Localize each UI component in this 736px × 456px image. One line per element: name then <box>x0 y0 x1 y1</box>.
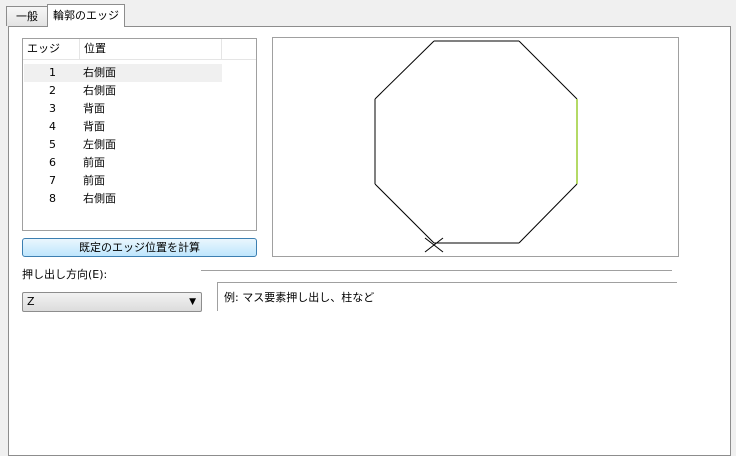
edge-position: 背面 <box>83 102 105 115</box>
edge-number: 4 <box>49 120 56 133</box>
edge-position: 右側面 <box>83 66 116 79</box>
edge-number: 6 <box>49 156 56 169</box>
tab-contour-edges[interactable]: 輪郭のエッジ <box>47 4 125 27</box>
list-item[interactable]: 4 背面 <box>24 118 222 136</box>
edge-number: 3 <box>49 102 56 115</box>
tab-strip: 一般 輪郭のエッジ <box>0 0 736 27</box>
extrude-direction-value: Z <box>27 295 35 308</box>
calculate-default-edge-positions-button[interactable]: 既定のエッジ位置を計算 <box>22 238 257 257</box>
extrude-direction-select[interactable]: Z ▼ <box>22 292 202 312</box>
edge-8[interactable] <box>518 183 578 244</box>
edge-6[interactable] <box>374 183 435 244</box>
tab-general[interactable]: 一般 <box>6 6 48 26</box>
edge-position: 前面 <box>83 156 105 169</box>
list-item[interactable]: 7 前面 <box>24 172 222 190</box>
edge-position: 右側面 <box>83 192 116 205</box>
list-item[interactable]: 2 右側面 <box>24 82 222 100</box>
edge-number: 1 <box>49 66 56 79</box>
separator-line <box>201 270 672 271</box>
edge-number: 7 <box>49 174 56 187</box>
edge-position: 前面 <box>83 174 105 187</box>
edge-number: 2 <box>49 84 56 97</box>
origin-cross-marker <box>424 237 444 253</box>
example-description-text: 例: マス要素押し出し、柱など <box>224 291 375 304</box>
list-item[interactable]: 8 右側面 <box>24 190 222 208</box>
list-item[interactable]: 1 右側面 <box>24 64 222 82</box>
list-item[interactable]: 5 左側面 <box>24 136 222 154</box>
octagon-profile-drawing <box>374 40 578 253</box>
edge-position: 背面 <box>83 120 105 133</box>
example-description-box: 例: マス要素押し出し、柱など <box>217 282 677 311</box>
edge-2[interactable] <box>518 40 578 100</box>
chevron-down-icon: ▼ <box>189 297 196 307</box>
edge-number: 8 <box>49 192 56 205</box>
list-item[interactable]: 6 前面 <box>24 154 222 172</box>
list-item[interactable]: 3 背面 <box>24 100 222 118</box>
edge-list-header: エッジ 位置 <box>23 39 256 60</box>
edge-position: 右側面 <box>83 84 116 97</box>
column-header-position[interactable]: 位置 <box>80 39 222 59</box>
edge-number: 5 <box>49 138 56 151</box>
edge-position: 左側面 <box>83 138 116 151</box>
extrude-direction-label: 押し出し方向(E): <box>22 268 108 281</box>
edge-list[interactable]: エッジ 位置 1 右側面 2 右側面 3 背面 4 背面 5 左側面 6 前面 … <box>22 38 257 231</box>
profile-preview[interactable] <box>272 37 679 257</box>
column-header-edge[interactable]: エッジ <box>23 39 80 59</box>
column-header-filler <box>222 39 256 59</box>
edge-4[interactable] <box>374 40 435 100</box>
